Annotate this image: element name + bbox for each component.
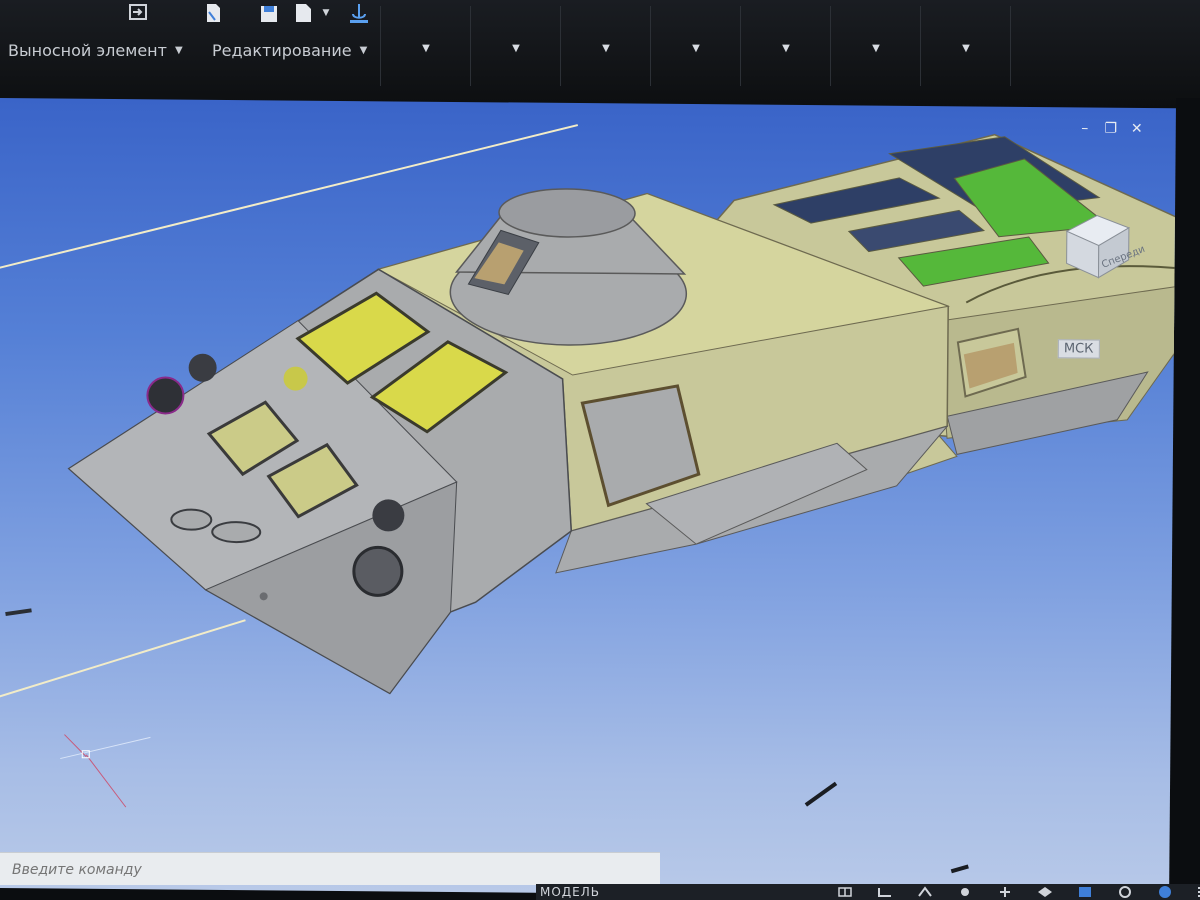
chevron-down-icon: ▼ [359, 44, 368, 56]
viewcube-icon [1065, 215, 1131, 279]
viewport-window-controls: – ❐ ✕ [1076, 119, 1146, 138]
layer-icon[interactable] [1036, 885, 1054, 899]
wcs-label[interactable]: МСК [1057, 339, 1100, 359]
ribbon-divider [560, 6, 561, 86]
panel-dropdown-caret[interactable]: ▼ [596, 38, 616, 58]
command-line[interactable] [0, 852, 660, 885]
command-input[interactable] [10, 857, 654, 883]
ribbon-divider [650, 6, 651, 86]
ribbon-divider [830, 6, 831, 86]
small-object [5, 608, 32, 617]
stray-mark [804, 781, 838, 807]
ribbon-divider [380, 6, 381, 86]
ribbon-divider [1010, 6, 1011, 86]
snap-icon[interactable] [916, 885, 934, 899]
ribbon-divider [920, 6, 921, 86]
panel-dropdown-caret[interactable]: ▼ [506, 38, 526, 58]
panel-detail-view-label: Выносной элемент [8, 40, 167, 60]
panel-editing-label: Редактирование [212, 40, 352, 60]
panel-dropdown-caret[interactable]: ▼ [866, 38, 886, 58]
panel-detail-view[interactable]: Выносной элемент ▼ [8, 38, 183, 62]
anchor-icon[interactable] [344, 0, 374, 26]
viewcube[interactable]: Спереди [1056, 201, 1147, 282]
array-icon[interactable] [124, 0, 154, 26]
minimize-icon[interactable]: – [1076, 119, 1094, 137]
model-viewport[interactable]: – ❐ ✕ Спереди МСК [0, 98, 1176, 899]
plus-icon[interactable] [996, 885, 1014, 899]
stray-mark [950, 864, 969, 874]
grid-icon[interactable] [836, 885, 854, 899]
panel-dropdown-caret[interactable]: ▼ [416, 38, 436, 58]
ribbon-divider [740, 6, 741, 86]
panel-dropdown-caret[interactable]: ▼ [686, 38, 706, 58]
panel-dropdown-caret[interactable]: ▼ [776, 38, 796, 58]
status-bar: МОДЕЛЬ [536, 884, 1200, 900]
model-tab[interactable]: МОДЕЛЬ [540, 885, 600, 899]
ribbon-divider [470, 6, 471, 86]
ucs-gizmo [60, 734, 151, 808]
ribbon-top-row: ▼ [0, 0, 1200, 30]
page-dropdown-caret[interactable]: ▼ [318, 0, 334, 26]
restore-icon[interactable]: ❐ [1102, 120, 1120, 138]
globe-icon[interactable] [1156, 885, 1174, 899]
menu-icon[interactable] [1196, 885, 1200, 899]
monitor-bezel [1176, 98, 1200, 900]
ortho-icon[interactable] [876, 885, 894, 899]
panel-editing[interactable]: Редактирование ▼ [212, 38, 367, 62]
armored-vehicle-model[interactable] [0, 98, 1176, 898]
document-icon[interactable] [198, 0, 228, 26]
panel-dropdown-caret[interactable]: ▼ [956, 38, 976, 58]
save-icon[interactable] [254, 0, 284, 26]
gear-icon[interactable] [956, 885, 974, 899]
page-icon[interactable] [288, 0, 318, 26]
settings-icon[interactable] [1116, 885, 1134, 899]
workspace-icon[interactable] [1076, 885, 1094, 899]
axis-line [0, 619, 246, 699]
chevron-down-icon: ▼ [174, 44, 183, 56]
close-icon[interactable]: ✕ [1128, 120, 1146, 138]
ribbon: ▼ Выносной элемент ▼ Редактирование ▼ ▼ … [0, 0, 1200, 110]
